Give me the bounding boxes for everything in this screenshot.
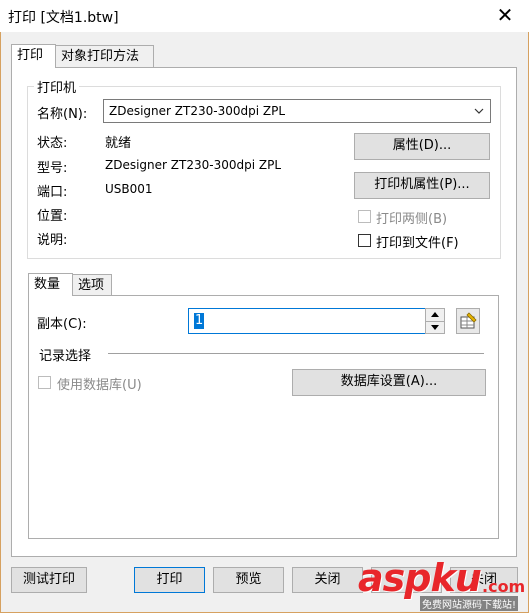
status-value: 就绪 — [105, 136, 132, 151]
test-print-button[interactable]: 测试打印 — [11, 567, 87, 593]
use-database-checkbox[interactable] — [38, 376, 51, 389]
copies-settings-button[interactable] — [456, 308, 480, 334]
port-value: USB001 — [105, 182, 153, 196]
tab-print[interactable]: 打印 — [11, 44, 56, 68]
properties-button[interactable]: 属性(D)... — [354, 133, 490, 160]
port-label: 端口: — [37, 185, 68, 200]
copies-label: 副本(C): — [37, 317, 87, 332]
chevron-down-icon — [470, 102, 488, 120]
printer-properties-button[interactable]: 打印机属性(P)... — [354, 172, 490, 199]
tab-object-print-method[interactable]: 对象打印方法 — [55, 45, 154, 67]
printer-name-label: 名称(N): — [37, 107, 88, 122]
copies-stepper[interactable] — [425, 308, 445, 334]
close-button[interactable]: 关闭 — [292, 567, 363, 593]
database-settings-button[interactable]: 数据库设置(A)... — [292, 369, 486, 396]
record-selection-divider — [108, 353, 484, 354]
edit-table-icon — [460, 312, 477, 329]
preview-button[interactable]: 预览 — [213, 567, 284, 593]
print-to-file-checkbox[interactable] — [358, 234, 371, 247]
watermark-brand: aspku — [358, 556, 482, 600]
model-label: 型号: — [37, 161, 68, 176]
spin-up-icon[interactable] — [426, 309, 444, 322]
comment-label: 说明: — [37, 233, 68, 248]
use-database-label: 使用数据库(U) — [57, 378, 142, 393]
print-button[interactable]: 打印 — [134, 567, 205, 593]
printer-group-title: 打印机 — [34, 77, 80, 96]
spin-down-icon[interactable] — [426, 322, 444, 334]
model-value: ZDesigner ZT230-300dpi ZPL — [105, 158, 281, 172]
print-to-file-label: 打印到文件(F) — [376, 236, 459, 251]
duplex-checkbox[interactable] — [358, 210, 371, 223]
tab-options[interactable]: 选项 — [72, 274, 112, 296]
watermark-suffix: .com — [482, 577, 526, 596]
tab-quantity[interactable]: 数量 — [28, 273, 73, 296]
record-selection-title: 记录选择 — [39, 349, 92, 364]
location-label: 位置: — [37, 209, 68, 224]
watermark-tagline: 免费网站源码下载站! — [420, 596, 519, 611]
window-title: 打印 [文档1.btw] — [8, 10, 119, 26]
copies-value: 1 — [194, 313, 205, 329]
printer-name-value: ZDesigner ZT230-300dpi ZPL — [109, 104, 285, 118]
title-bar[interactable]: 打印 [文档1.btw] ✕ — [0, 0, 529, 32]
close-icon[interactable]: ✕ — [493, 2, 517, 28]
copies-input[interactable]: 1 — [188, 308, 426, 334]
printer-name-select[interactable]: ZDesigner ZT230-300dpi ZPL — [103, 99, 491, 123]
aspku-watermark: aspku .com 免费网站源码下载站! — [356, 556, 529, 613]
duplex-label: 打印两侧(B) — [376, 212, 448, 227]
status-label: 状态: — [37, 136, 68, 151]
